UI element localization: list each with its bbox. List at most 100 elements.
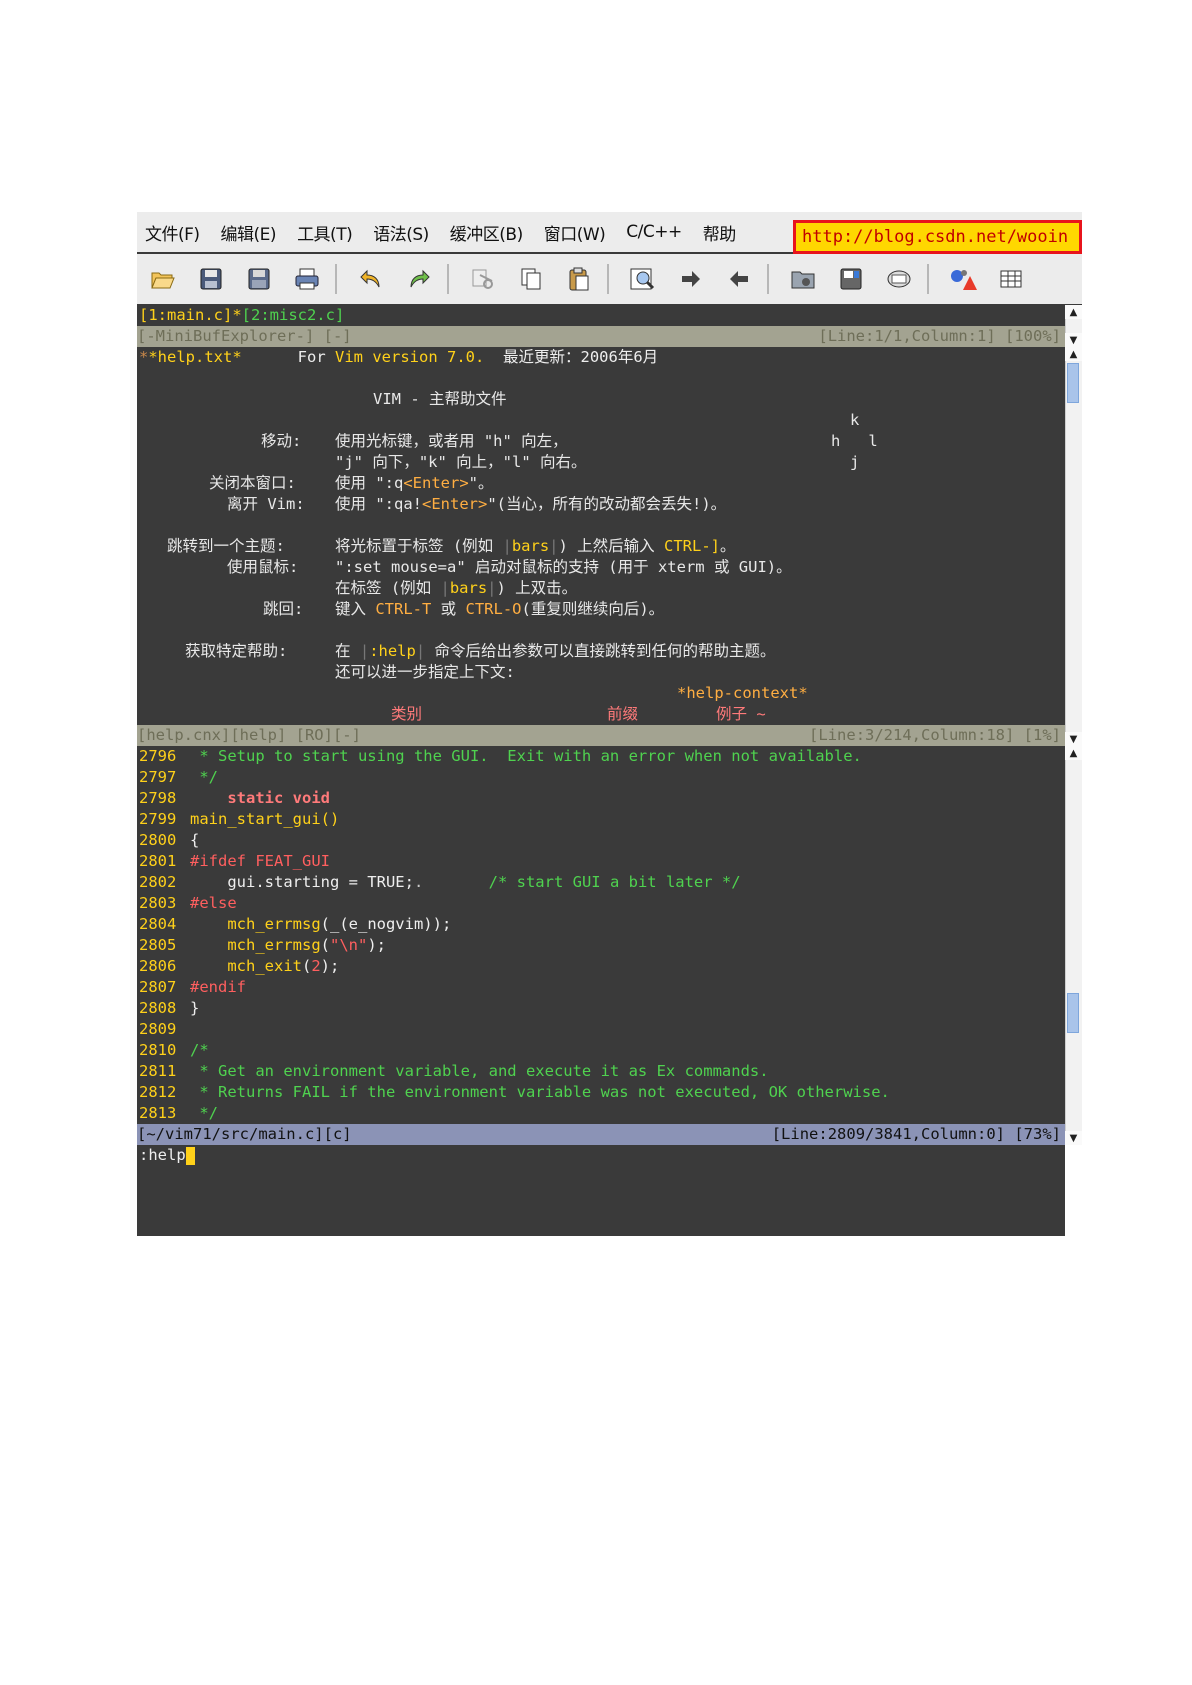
line-number: 2797 bbox=[139, 768, 177, 786]
menu-window[interactable]: 窗口(W) bbox=[544, 220, 606, 245]
code-line[interactable]: 2806 mch_exit(2); bbox=[139, 956, 339, 977]
help-col-category: 类别 bbox=[391, 705, 423, 723]
menu-buffers[interactable]: 缓冲区(B) bbox=[450, 220, 523, 245]
help-scrollbar[interactable] bbox=[1065, 347, 1082, 746]
help-header: **help.txt* For Vim version 7.0. 最近更新：20… bbox=[139, 348, 659, 366]
code-line[interactable]: 2799 main_start_gui() bbox=[139, 809, 339, 830]
help-k: k bbox=[850, 411, 860, 429]
code-line[interactable]: 2807 #endif bbox=[139, 977, 246, 998]
save-session-icon[interactable] bbox=[837, 265, 865, 293]
help-quit-text: 使用 ":qa!<Enter>"(当心，所有的改动都会丢失!)。 bbox=[335, 495, 727, 513]
menu-help[interactable]: 帮助 bbox=[703, 220, 737, 245]
code-line[interactable]: 2802 gui.starting = TRUE;. /* start GUI … bbox=[139, 872, 741, 893]
help-move-label: 移动: bbox=[261, 432, 302, 450]
line-number: 2805 bbox=[139, 936, 177, 954]
status-left: [-MiniBufExplorer-] [-] bbox=[137, 327, 352, 345]
scroll-up-icon[interactable]: ▲ bbox=[1065, 347, 1082, 361]
code-line[interactable]: 2800 { bbox=[139, 830, 199, 851]
code-token: main_start_gui() bbox=[190, 810, 340, 828]
cut-icon[interactable] bbox=[469, 265, 497, 293]
menu-edit[interactable]: 编辑(E) bbox=[221, 220, 277, 245]
line-number: 2800 bbox=[139, 831, 177, 849]
code-line[interactable]: 2813 */ bbox=[139, 1103, 218, 1124]
code-line[interactable]: 2808} bbox=[139, 998, 199, 1019]
find-replace-icon[interactable] bbox=[629, 265, 657, 293]
scroll-down-icon[interactable]: ▼ bbox=[1065, 732, 1082, 746]
status-right: [Line:1/1,Column:1] [100%] bbox=[818, 327, 1061, 345]
line-number: 2809 bbox=[139, 1020, 177, 1038]
menu-syntax[interactable]: 语法(S) bbox=[373, 220, 429, 245]
code-line[interactable]: 2804 mch_errmsg(_(e_nogvim)); bbox=[139, 914, 451, 935]
code-line[interactable]: 2801 #ifdef FEAT_GUI bbox=[139, 851, 330, 872]
scroll-up-icon[interactable]: ▲ bbox=[1065, 305, 1082, 319]
help-mouse-text2: 在标签 (例如 |bars|) 上双击。 bbox=[335, 579, 578, 597]
run-script-icon[interactable] bbox=[885, 265, 913, 293]
code-token: (_(e_nogvim)); bbox=[320, 915, 452, 933]
help-back-label: 跳回: bbox=[263, 600, 304, 618]
status-left: [~/vim71/src/main.c][c] bbox=[137, 1125, 352, 1143]
menu-cpp[interactable]: C/C++ bbox=[626, 222, 682, 242]
status-right: [Line:3/214,Column:18] [1%] bbox=[809, 726, 1061, 744]
code-line[interactable]: 2805 mch_errmsg("\n"); bbox=[139, 935, 386, 956]
line-number: 2802 bbox=[139, 873, 177, 891]
code-token: #endif bbox=[190, 978, 246, 996]
menu-tools[interactable]: 工具(T) bbox=[297, 220, 353, 245]
copy-icon[interactable] bbox=[517, 265, 545, 293]
find-next-icon[interactable] bbox=[677, 265, 705, 293]
code-line[interactable]: 2812 * Returns FAIL if the environment v… bbox=[139, 1082, 890, 1103]
code-line[interactable]: 2803 #else bbox=[139, 893, 237, 914]
load-session-icon[interactable] bbox=[789, 265, 817, 293]
code-line[interactable]: 2809 bbox=[139, 1019, 190, 1040]
code-status-line: [~/vim71/src/main.c][c] [Line:2809/3841,C… bbox=[137, 1124, 1065, 1145]
redo-icon[interactable] bbox=[405, 265, 433, 293]
tags-icon[interactable] bbox=[997, 265, 1025, 293]
code-token: * Get an environment variable, and execu… bbox=[190, 1062, 769, 1080]
code-scrollbar[interactable] bbox=[1065, 746, 1082, 1145]
save-all-icon[interactable] bbox=[245, 265, 273, 293]
make-icon[interactable] bbox=[949, 265, 977, 293]
print-icon[interactable] bbox=[293, 265, 321, 293]
code-token: 2 bbox=[311, 957, 321, 975]
scroll-up-icon[interactable]: ▲ bbox=[1065, 746, 1082, 760]
help-col-prefix: 前缀 bbox=[607, 705, 639, 723]
scroll-down-icon[interactable]: ▼ bbox=[1065, 1131, 1082, 1145]
help-link-help[interactable]: :help bbox=[369, 642, 416, 660]
line-number: 2810 bbox=[139, 1041, 177, 1059]
code-token: } bbox=[190, 999, 200, 1017]
line-number: 2796 bbox=[139, 747, 177, 765]
scrollbars[interactable]: ▲ ▼ ▲ ▼ ▲ ▼ bbox=[1065, 305, 1082, 1236]
code-token: ); bbox=[367, 936, 386, 954]
code-token: #else bbox=[190, 894, 237, 912]
code-token: * Returns FAIL if the environment variab… bbox=[190, 1083, 890, 1101]
save-icon[interactable] bbox=[197, 265, 225, 293]
line-number: 2811 bbox=[139, 1062, 177, 1080]
menu-file[interactable]: 文件(F) bbox=[145, 220, 200, 245]
line-number: 2799 bbox=[139, 810, 177, 828]
code-line[interactable]: 2810 /* bbox=[139, 1040, 209, 1061]
code-token: * Setup to start using the GUI. Exit wit… bbox=[190, 747, 862, 765]
toolbar-separator bbox=[447, 264, 449, 294]
undo-icon[interactable] bbox=[357, 265, 385, 293]
open-icon[interactable] bbox=[149, 265, 177, 293]
code-token: */ bbox=[190, 768, 218, 786]
code-line[interactable]: 2811 * Get an environment variable, and … bbox=[139, 1061, 769, 1082]
editor-area[interactable]: [1:main.c]*[2:misc2.c] [-MiniBufExplorer… bbox=[137, 305, 1065, 1236]
help-link-bars[interactable]: bars bbox=[512, 537, 549, 555]
line-number: 2801 bbox=[139, 852, 177, 870]
help-link-bars-2[interactable]: bars bbox=[450, 579, 487, 597]
find-prev-icon[interactable] bbox=[725, 265, 753, 293]
help-mouse-label: 使用鼠标: bbox=[227, 558, 299, 576]
scroll-down-icon[interactable]: ▼ bbox=[1065, 333, 1082, 347]
code-scroll-thumb[interactable] bbox=[1067, 993, 1079, 1033]
code-line[interactable]: 2796 * Setup to start using the GUI. Exi… bbox=[139, 746, 862, 767]
code-line[interactable]: 2798 static void bbox=[139, 788, 330, 809]
paste-icon[interactable] bbox=[565, 265, 593, 293]
line-number: 2808 bbox=[139, 999, 177, 1017]
line-number: 2804 bbox=[139, 915, 177, 933]
help-scroll-thumb[interactable] bbox=[1067, 363, 1079, 403]
minibuf-tabs[interactable]: [1:main.c]*[2:misc2.c] bbox=[139, 305, 344, 326]
command-line[interactable]: :help bbox=[139, 1145, 195, 1166]
code-line[interactable]: 2797 */ bbox=[139, 767, 218, 788]
code-token: "\n" bbox=[330, 936, 368, 954]
code-token: */ bbox=[190, 1104, 218, 1122]
